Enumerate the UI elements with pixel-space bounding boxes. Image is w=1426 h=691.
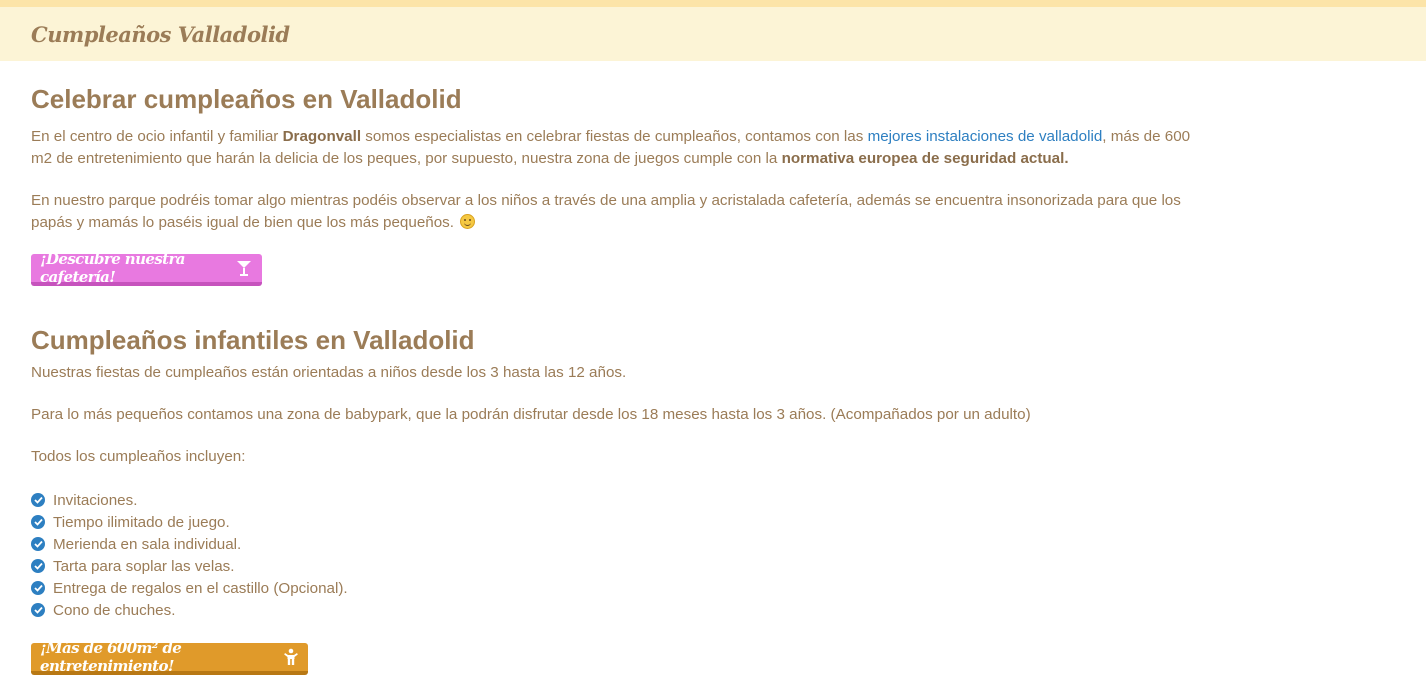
site-title[interactable]: Cumpleaños Valladolid	[31, 22, 290, 47]
main-content: Celebrar cumpleaños en Valladolid En el …	[0, 84, 1200, 675]
features-list: Invitaciones. Tiempo ilimitado de juego.…	[31, 489, 1200, 621]
facilities-link[interactable]: mejores instalaciones de valladolid	[868, 128, 1103, 145]
age-range-paragraph: Nuestras fiestas de cumpleaños están ori…	[31, 364, 627, 381]
intro-text-1: En el centro de ocio infantil y familiar	[31, 128, 283, 145]
cafeteria-button-label: ¡Descubre nuestra cafetería!	[40, 250, 186, 286]
check-circle-icon	[31, 515, 45, 529]
safety-regulation-text: normativa europea de seguridad actual.	[781, 150, 1069, 167]
list-item: Tarta para soplar las velas.	[31, 555, 1200, 577]
list-item: Cono de chuches.	[31, 599, 1200, 621]
feature-label: Merienda en sala individual.	[53, 535, 242, 553]
list-item: Merienda en sala individual.	[31, 533, 1200, 555]
feature-label: Entrega de regalos en el castillo (Opcio…	[53, 579, 348, 597]
brand-name: Dragonvall	[282, 128, 362, 145]
cafeteria-text: En nuestro parque podréis tomar algo mie…	[31, 192, 1181, 231]
entertainment-button[interactable]: ¡Más de 600m² de entretenimiento!	[31, 639, 308, 675]
intro-paragraph: En el centro de ocio infantil y familiar…	[31, 126, 1200, 170]
check-circle-icon	[31, 537, 45, 551]
page-title: Celebrar cumpleaños en Valladolid	[31, 84, 462, 114]
babypark-paragraph: Para lo más pequeños contamos una zona d…	[31, 406, 1031, 423]
entertainment-button-label: ¡Más de 600m² de entretenimiento!	[40, 639, 182, 675]
site-header: Cumpleaños Valladolid	[0, 7, 1426, 61]
check-circle-icon	[31, 493, 45, 507]
feature-label: Tarta para soplar las velas.	[53, 557, 235, 575]
intro-text-2: somos especialistas en celebrar fiestas …	[361, 128, 868, 145]
cocktail-glass-icon	[236, 259, 252, 277]
cafeteria-button[interactable]: ¡Descubre nuestra cafetería!	[31, 250, 262, 286]
check-circle-icon	[31, 603, 45, 617]
includes-heading: Todos los cumpleaños incluyen:	[31, 448, 246, 465]
top-accent-bar	[0, 0, 1426, 7]
check-circle-icon	[31, 559, 45, 573]
list-item: Invitaciones.	[31, 489, 1200, 511]
check-circle-icon	[31, 581, 45, 595]
feature-label: Cono de chuches.	[53, 601, 176, 619]
feature-label: Tiempo ilimitado de juego.	[53, 513, 230, 531]
list-item: Entrega de regalos en el castillo (Opcio…	[31, 577, 1200, 599]
smiley-emoji-icon	[460, 214, 476, 229]
cafeteria-paragraph: En nuestro parque podréis tomar algo mie…	[31, 190, 1200, 234]
section-title-birthdays: Cumpleaños infantiles en Valladolid	[31, 325, 475, 355]
child-icon	[284, 648, 298, 666]
list-item: Tiempo ilimitado de juego.	[31, 511, 1200, 533]
feature-label: Invitaciones.	[53, 491, 138, 509]
